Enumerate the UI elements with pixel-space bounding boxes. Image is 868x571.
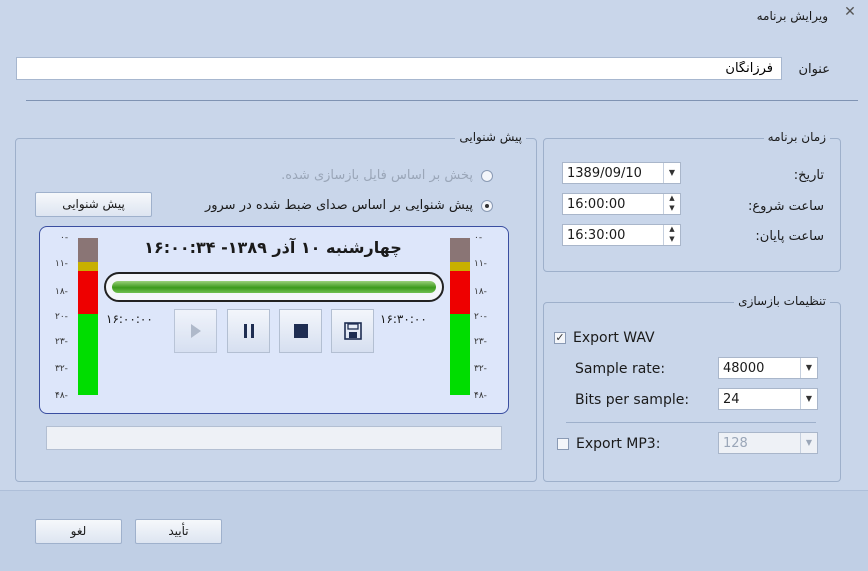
meter-top-segment — [78, 238, 98, 262]
preview-button[interactable]: پیش شنوایی — [35, 192, 152, 217]
date-picker[interactable]: 1389/09/10 ▼ — [562, 162, 681, 184]
bits-per-sample-select[interactable]: 24 ▼ — [718, 388, 818, 410]
meter-top-segment — [450, 238, 470, 262]
export-wav-checkbox[interactable]: ✓ — [554, 332, 566, 344]
bits-per-sample-label: Bits per sample: — [575, 392, 690, 408]
right-tick: ۱۱- — [474, 259, 487, 269]
window-title: ویرایش برنامه — [756, 9, 828, 23]
spin-up-icon[interactable]: ▲ — [664, 225, 680, 235]
right-tick: ۲۰- — [474, 312, 487, 322]
separator — [26, 100, 858, 101]
player-start-time: ۱۶:۰۰:۰۰ — [106, 312, 153, 326]
radio-server-playback[interactable] — [481, 200, 493, 212]
dropdown-arrow-icon[interactable]: ▼ — [800, 433, 817, 453]
dropdown-arrow-icon[interactable]: ▼ — [800, 389, 817, 409]
save-button[interactable] — [331, 309, 374, 353]
date-label: تاریخ: — [793, 168, 824, 183]
play-icon — [190, 324, 201, 338]
stop-icon — [293, 324, 308, 338]
meter-mid-segment — [78, 271, 98, 314]
close-button[interactable]: ✕ — [842, 4, 858, 20]
end-time-spinner[interactable]: ▲ ▼ — [663, 225, 680, 245]
dropdown-arrow-icon[interactable]: ▼ — [800, 358, 817, 378]
date-value: 1389/09/10 — [567, 165, 642, 181]
radio-file-label: پخش بر اساس فایل بازسازی شده. — [281, 168, 473, 183]
pause-button[interactable] — [227, 309, 270, 353]
start-time-label: ساعت شروع: — [748, 199, 824, 214]
seek-fill — [112, 281, 436, 293]
meter-mid-segment — [450, 271, 470, 314]
left-level-meter — [78, 238, 98, 395]
dropdown-arrow-icon[interactable]: ▼ — [663, 163, 680, 183]
export-mp3-checkbox[interactable] — [557, 438, 569, 450]
left-tick: ۴۸- — [55, 391, 68, 401]
left-tick: ۰- — [60, 233, 69, 243]
left-tick: ۲۳- — [55, 337, 68, 347]
start-time-value: 16:00:00 — [567, 196, 626, 212]
start-time-spinner[interactable]: ▲ ▼ — [663, 194, 680, 214]
meter-peak-segment — [78, 262, 98, 271]
rebuild-separator — [566, 422, 816, 423]
export-mp3-label: Export MP3: — [576, 436, 661, 452]
player-end-time: ۱۶:۳۰:۰۰ — [380, 312, 427, 326]
play-button[interactable] — [174, 309, 217, 353]
spin-down-icon[interactable]: ▼ — [664, 204, 680, 214]
spin-up-icon[interactable]: ▲ — [664, 194, 680, 204]
mp3-bitrate-value: 128 — [723, 435, 748, 451]
right-tick: ۳۲- — [474, 364, 487, 374]
name-label: عنوان — [798, 62, 830, 77]
mp3-bitrate-select[interactable]: 128 ▼ — [718, 432, 818, 454]
radio-server-label: پیش شنوایی بر اساس صدای ضبط شده در سرور — [204, 198, 473, 213]
meter-low-segment — [450, 314, 470, 395]
right-level-meter — [450, 238, 470, 395]
sample-rate-label: Sample rate: — [575, 361, 666, 377]
player-datetime: چهارشنبه ۱۰ آذر ۱۳۸۹- ۱۶:۰۰:۳۴ — [144, 238, 402, 257]
schedule-legend: زمان برنامه — [763, 130, 830, 144]
pause-icon — [243, 324, 254, 338]
sample-rate-select[interactable]: 48000 ▼ — [718, 357, 818, 379]
save-icon — [343, 322, 362, 340]
preview-legend: پیش شنوایی — [455, 130, 526, 144]
dialog-footer — [0, 490, 868, 571]
sample-rate-value: 48000 — [723, 360, 765, 376]
seek-bar[interactable] — [104, 272, 444, 302]
right-tick: ۰- — [474, 233, 483, 243]
left-tick: ۲۰- — [55, 312, 68, 322]
radio-file-playback[interactable] — [481, 170, 493, 182]
stop-button[interactable] — [279, 309, 322, 353]
end-time-value: 16:30:00 — [567, 227, 626, 243]
cancel-button[interactable]: لغو — [35, 519, 122, 544]
bits-per-sample-value: 24 — [723, 391, 740, 407]
status-bar — [46, 426, 502, 450]
spin-down-icon[interactable]: ▼ — [664, 235, 680, 245]
right-tick: ۲۳- — [474, 337, 487, 347]
left-tick: ۳۲- — [55, 364, 68, 374]
meter-low-segment — [78, 314, 98, 395]
end-time-label: ساعت پایان: — [755, 229, 824, 244]
rebuild-legend: تنظیمات بازسازی — [734, 294, 830, 308]
ok-button[interactable]: تأیید — [135, 519, 222, 544]
right-tick: ۱۸- — [474, 287, 487, 297]
left-tick: ۱۸- — [55, 287, 68, 297]
start-time-input[interactable]: 16:00:00 ▲ ▼ — [562, 193, 681, 215]
right-tick: ۴۸- — [474, 391, 487, 401]
end-time-input[interactable]: 16:30:00 ▲ ▼ — [562, 224, 681, 246]
name-input[interactable] — [16, 57, 782, 80]
export-wav-label: Export WAV — [573, 330, 655, 346]
left-tick: ۱۱- — [55, 259, 68, 269]
meter-peak-segment — [450, 262, 470, 271]
